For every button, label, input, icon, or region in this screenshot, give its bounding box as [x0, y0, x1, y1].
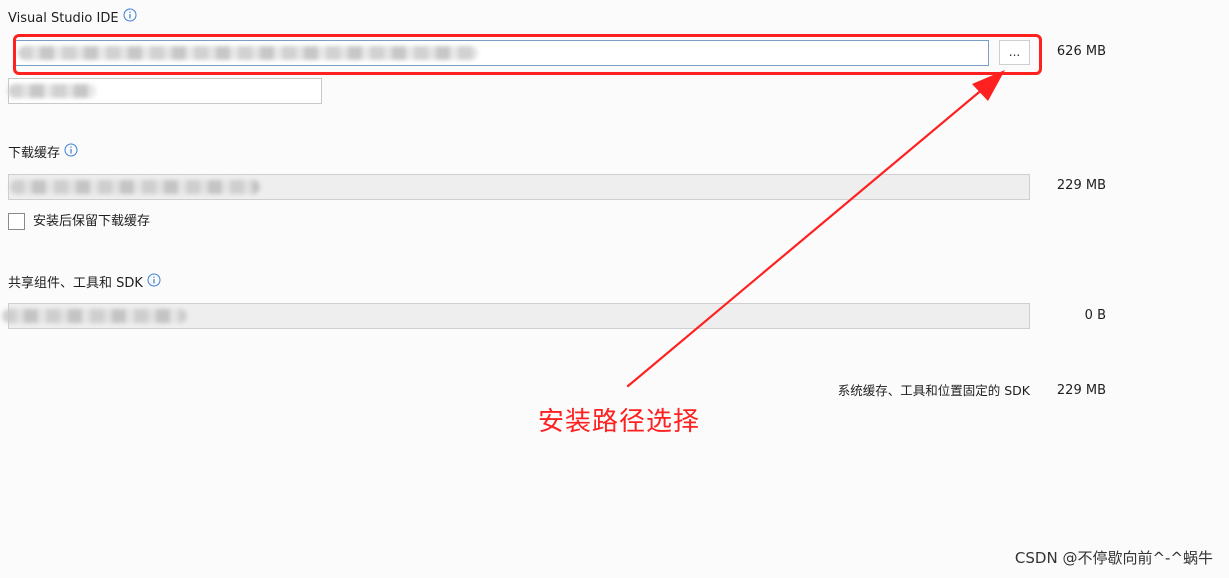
ide-section-title-text: Visual Studio IDE	[8, 11, 119, 26]
shared-components-size-label: 0 B	[1084, 308, 1106, 323]
download-cache-size-label: 229 MB	[1056, 178, 1106, 193]
info-icon[interactable]	[147, 273, 161, 287]
keep-download-cache-checkbox[interactable]	[8, 213, 25, 230]
install-path-highlight-box	[13, 34, 1042, 75]
install-path-annotation: 安装路径选择	[538, 407, 701, 437]
ide-secondary-redacted	[8, 84, 96, 98]
info-icon[interactable]	[64, 143, 78, 157]
download-cache-title: 下载缓存	[8, 143, 78, 163]
ide-size-label: 626 MB	[1056, 44, 1106, 59]
shared-components-title-text: 共享组件、工具和 SDK	[8, 276, 143, 291]
installation-locations-page: Visual Studio IDE ... 626 MB 下载缓存 229 MB…	[0, 0, 1229, 578]
ide-section-title: Visual Studio IDE	[8, 8, 137, 28]
keep-download-cache-label[interactable]: 安装后保留下载缓存	[33, 213, 150, 231]
system-cache-summary-label: 系统缓存、工具和位置固定的 SDK	[837, 383, 1030, 398]
download-cache-title-text: 下载缓存	[8, 146, 61, 161]
info-icon[interactable]	[123, 8, 137, 22]
system-cache-size-label: 229 MB	[1056, 383, 1106, 398]
shared-components-path-redacted	[2, 309, 187, 323]
csdn-watermark: CSDN @不停歇向前^-^蜗牛	[1014, 549, 1213, 567]
download-cache-path-redacted	[10, 180, 260, 194]
shared-components-title: 共享组件、工具和 SDK	[8, 273, 161, 293]
